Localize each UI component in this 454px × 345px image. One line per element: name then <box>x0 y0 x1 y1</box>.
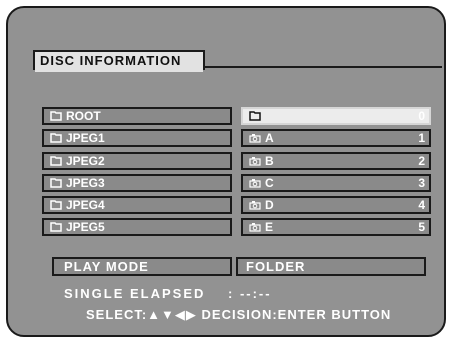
file-label: A <box>265 131 274 146</box>
elapsed-value: : --:-- <box>228 286 272 301</box>
photo-file-icon <box>249 223 261 233</box>
file-label: B <box>265 153 274 168</box>
tab-label: DISC INFORMATION <box>40 53 182 68</box>
elapsed-label: SINGLE ELAPSED <box>64 286 206 301</box>
folder-icon <box>50 155 62 166</box>
file-list: 0 A 1 B 2 C 3 D 4 E 5 <box>241 107 431 241</box>
folder-icon <box>50 178 62 188</box>
folder-label: JPEG3 <box>66 175 105 190</box>
folder-label: ROOT <box>66 109 101 123</box>
folder-row[interactable]: JPEG5 <box>42 218 232 237</box>
folder-list: ROOT JPEG1 JPEG2 JPEG3 JPEG4 JPEG5 <box>42 107 232 241</box>
file-index: 1 <box>418 131 425 146</box>
file-index: 5 <box>418 220 425 235</box>
file-row-selected[interactable]: 0 <box>241 107 431 125</box>
file-index: 0 <box>418 109 425 123</box>
folder-label: JPEG2 <box>66 153 105 168</box>
folder-row[interactable]: ROOT <box>42 107 232 125</box>
photo-file-icon <box>249 134 261 143</box>
file-row[interactable]: A 1 <box>241 129 431 148</box>
folder-icon <box>50 111 62 121</box>
file-row[interactable]: E 5 <box>241 218 431 237</box>
play-mode-label: PLAY MODE <box>52 257 232 276</box>
folder-icon <box>50 222 62 233</box>
photo-file-icon <box>249 201 261 210</box>
folder-row[interactable]: JPEG4 <box>42 196 232 215</box>
file-label: E <box>265 220 274 235</box>
folder-label: JPEG5 <box>66 220 105 235</box>
folder-row[interactable]: JPEG2 <box>42 151 232 170</box>
file-row[interactable]: C 3 <box>241 173 431 192</box>
folder-row[interactable]: JPEG1 <box>42 129 232 148</box>
folder-row[interactable]: JPEG3 <box>42 173 232 192</box>
folder-icon <box>50 200 62 210</box>
file-index: 3 <box>418 175 425 190</box>
photo-file-icon <box>249 178 261 188</box>
folder-icon <box>249 111 261 121</box>
photo-file-icon <box>249 156 261 166</box>
folder-label: JPEG1 <box>66 131 105 146</box>
folder-icon <box>50 133 62 144</box>
file-index: 2 <box>418 153 425 168</box>
folder-label: JPEG4 <box>66 198 105 213</box>
play-mode-value[interactable]: FOLDER <box>236 257 426 276</box>
file-label: D <box>265 198 274 213</box>
file-index: 4 <box>418 198 425 213</box>
file-row[interactable]: B 2 <box>241 151 431 170</box>
tab-disc-information[interactable]: DISC INFORMATION <box>33 50 205 72</box>
help-text: SELECT:▲▼◀▶ DECISION:ENTER BUTTON <box>86 307 392 322</box>
file-label: C <box>265 175 274 190</box>
file-row[interactable]: D 4 <box>241 196 431 215</box>
